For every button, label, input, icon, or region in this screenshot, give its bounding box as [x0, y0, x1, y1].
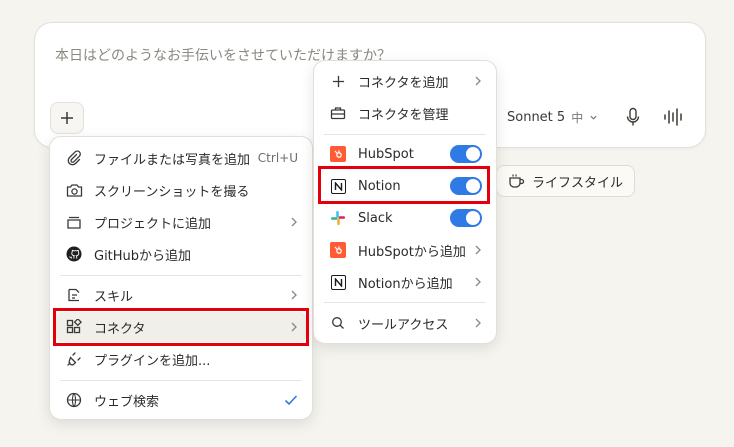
- menu-item-add-from-hubspot[interactable]: HubSpotから追加: [320, 235, 490, 265]
- project-box-icon: [67, 216, 81, 229]
- connector-blocks-icon: [66, 319, 82, 334]
- slack-toggle[interactable]: [450, 209, 482, 227]
- menu-separator: [324, 134, 486, 135]
- notion-toggle[interactable]: [450, 177, 482, 195]
- menu-separator: [60, 380, 302, 381]
- menu-item-github[interactable]: GitHubから追加: [56, 239, 306, 269]
- connector-notion[interactable]: Notion: [320, 171, 490, 201]
- chip-label: ライフスタイル: [532, 175, 624, 191]
- menu-item-tool-access[interactable]: ツールアクセス: [320, 308, 490, 338]
- attach-menu-button[interactable]: [50, 102, 84, 134]
- model-name: Sonnet 5: [507, 110, 566, 125]
- chevron-right-icon: [475, 277, 481, 287]
- toolbox-icon: [330, 107, 346, 120]
- model-selector[interactable]: Sonnet 5 中: [507, 109, 598, 126]
- chevron-right-icon: [291, 217, 297, 227]
- chevron-right-icon: [291, 290, 297, 300]
- voice-mode-button[interactable]: [663, 107, 685, 131]
- paperclip-icon: [67, 150, 81, 166]
- notion-logo-icon: [330, 178, 346, 194]
- notion-logo-icon: [330, 274, 346, 290]
- menu-item-skills[interactable]: スキル: [56, 280, 306, 310]
- effort-level: 中: [571, 111, 584, 125]
- menu-separator: [324, 302, 486, 303]
- menu-item-add-connector[interactable]: コネクタを追加: [320, 66, 490, 96]
- camera-icon: [66, 183, 82, 197]
- menu-item-add-from-notion[interactable]: Notionから追加: [320, 267, 490, 297]
- checkmark-icon: [284, 395, 298, 406]
- coffee-cup-icon: [509, 174, 525, 188]
- github-icon: [66, 246, 82, 262]
- globe-icon: [66, 392, 82, 408]
- menu-item-web-search[interactable]: ウェブ検索: [56, 385, 306, 415]
- menu-item-add-to-project[interactable]: プロジェクトに追加: [56, 207, 306, 237]
- menu-item-connectors[interactable]: コネクタ: [56, 312, 306, 342]
- connectors-submenu: コネクタを追加 コネクタを管理 HubSpot Notion Slack Hub…: [313, 60, 497, 344]
- attach-menu: ファイルまたは写真を追加 Ctrl+U スクリーンショットを撮る プロジェクトに…: [49, 136, 313, 420]
- shortcut-label: Ctrl+U: [257, 151, 298, 165]
- skills-icon: [68, 288, 80, 302]
- connector-hubspot[interactable]: HubSpot: [320, 139, 490, 169]
- hubspot-logo-icon: [330, 146, 346, 162]
- menu-item-screenshot[interactable]: スクリーンショットを撮る: [56, 175, 306, 205]
- chevron-right-icon: [475, 245, 481, 255]
- plus-icon: [332, 75, 344, 87]
- plug-icon: [67, 352, 81, 366]
- hubspot-logo-icon: [330, 242, 346, 258]
- search-icon: [332, 317, 344, 329]
- plus-icon: [61, 112, 73, 124]
- menu-item-add-file[interactable]: ファイルまたは写真を追加 Ctrl+U: [56, 143, 306, 173]
- suggestion-chip-lifestyle[interactable]: ライフスタイル: [496, 165, 636, 197]
- slack-logo-icon: [331, 211, 345, 225]
- microphone-icon: [626, 107, 640, 126]
- chevron-right-icon: [291, 322, 297, 332]
- menu-separator: [60, 275, 302, 276]
- chevron-right-icon: [475, 76, 481, 86]
- menu-item-manage-connectors[interactable]: コネクタを管理: [320, 98, 490, 128]
- waveform-icon: [664, 108, 682, 126]
- menu-item-add-plugin[interactable]: プラグインを追加...: [56, 344, 306, 374]
- connector-slack[interactable]: Slack: [320, 203, 490, 233]
- chevron-down-icon: [590, 115, 597, 120]
- chevron-right-icon: [475, 318, 481, 328]
- hubspot-toggle[interactable]: [450, 145, 482, 163]
- voice-input-button[interactable]: [625, 107, 641, 131]
